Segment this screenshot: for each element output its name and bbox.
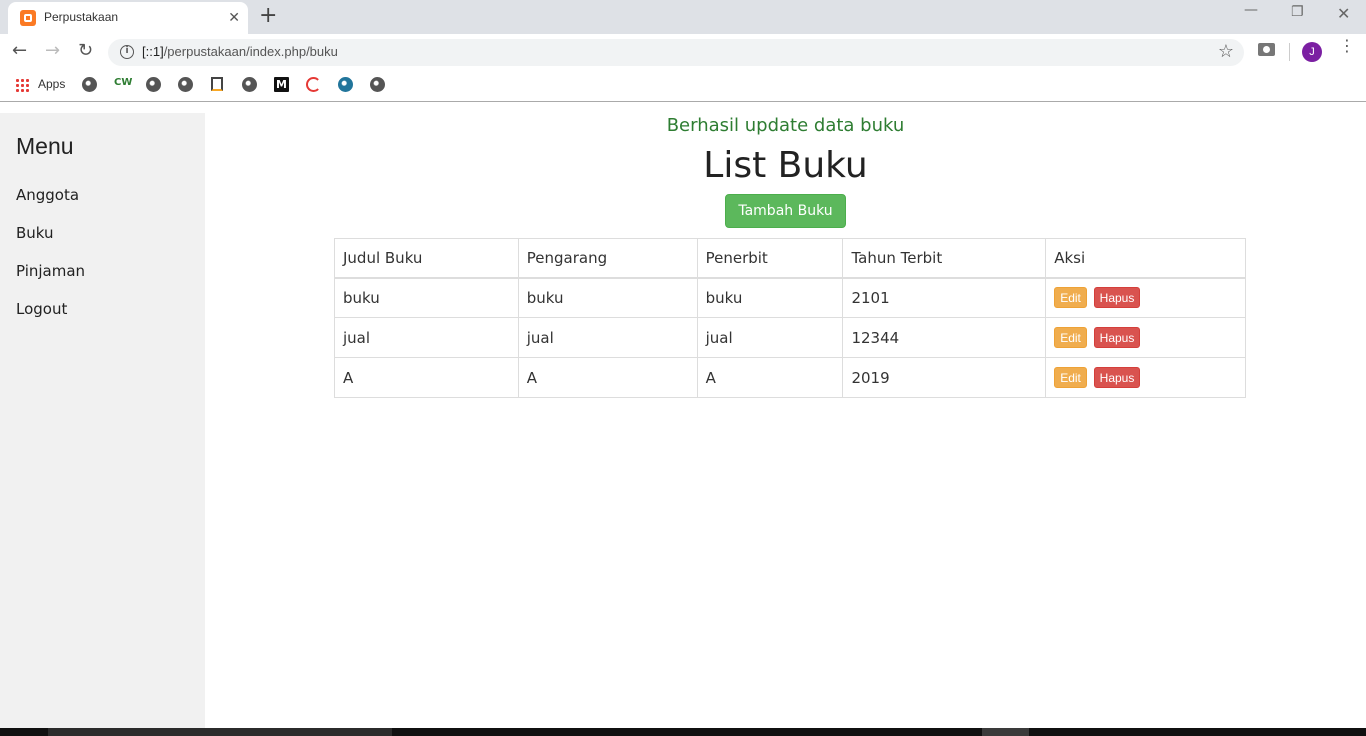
cell-tahun: 12344 — [842, 317, 1047, 358]
cell-tahun: 2101 — [842, 277, 1047, 318]
tab-title: Perpustakaan — [44, 10, 119, 24]
sidebar-item-logout[interactable]: Logout — [16, 300, 67, 318]
toolbar-divider — [1289, 43, 1290, 61]
profile-avatar[interactable]: J — [1302, 42, 1322, 62]
menu-title: Menu — [16, 133, 74, 159]
header-judul: Judul Buku — [334, 238, 519, 279]
cell-aksi: Edit Hapus — [1045, 317, 1246, 358]
table-header-row: Judul Buku Pengarang Penerbit Tahun Terb… — [334, 238, 1246, 279]
delete-button[interactable]: Hapus — [1093, 327, 1141, 348]
window-close-icon[interactable]: ✕ — [1337, 4, 1350, 23]
header-pengarang: Pengarang — [517, 238, 698, 279]
globe-icon[interactable] — [178, 77, 193, 92]
medium-icon[interactable]: M — [274, 77, 289, 92]
cell-pengarang: jual — [517, 317, 698, 358]
header-aksi: Aksi — [1045, 238, 1246, 279]
table-row: A A A 2019 Edit Hapus — [334, 357, 1246, 398]
reload-icon[interactable]: ↻ — [78, 41, 93, 61]
close-tab-icon[interactable]: ✕ — [228, 9, 240, 27]
url-text[interactable]: [::1]/perpustakaan/index.php/buku — [142, 44, 338, 59]
cell-penerbit: A — [696, 357, 844, 398]
cell-aksi: Edit Hapus — [1045, 357, 1246, 398]
os-taskbar — [0, 728, 1366, 736]
cell-pengarang: A — [517, 357, 698, 398]
bookmarks-bar: Apps CW M — [0, 70, 1366, 102]
doc-icon[interactable] — [211, 77, 223, 91]
address-bar[interactable]: i [::1]/perpustakaan/index.php/buku ☆ — [108, 39, 1244, 66]
header-penerbit: Penerbit — [696, 238, 844, 279]
table-row: buku buku buku 2101 Edit Hapus — [334, 277, 1246, 318]
books-table: Judul Buku Pengarang Penerbit Tahun Terb… — [334, 238, 1246, 398]
apps-label[interactable]: Apps — [38, 77, 65, 91]
url-host: [::1] — [142, 44, 164, 59]
wordpress-icon[interactable] — [338, 77, 353, 92]
camera-icon[interactable] — [1258, 43, 1275, 56]
info-icon[interactable]: i — [120, 45, 134, 59]
restore-icon[interactable]: ❐ — [1291, 4, 1304, 20]
globe-icon[interactable] — [146, 77, 161, 92]
delete-button[interactable]: Hapus — [1093, 287, 1141, 309]
back-arrow-icon[interactable]: ← — [12, 41, 27, 61]
globe-icon[interactable] — [370, 77, 385, 92]
page-title: List Buku — [703, 145, 868, 186]
minimize-icon[interactable]: — — [1244, 2, 1258, 18]
sidebar-item-anggota[interactable]: Anggota — [16, 186, 79, 204]
more-menu-icon[interactable]: ⋮ — [1339, 38, 1355, 54]
cell-pengarang: buku — [517, 277, 698, 318]
cell-tahun: 2019 — [842, 357, 1047, 398]
url-path: /perpustakaan/index.php/buku — [163, 44, 338, 59]
globe-icon[interactable] — [242, 77, 257, 92]
taskbar-app[interactable] — [982, 728, 1029, 736]
apps-grid-icon[interactable] — [15, 78, 29, 92]
swirl-icon[interactable] — [306, 77, 321, 92]
edit-button[interactable]: Edit — [1054, 367, 1087, 388]
new-tab-icon[interactable]: + — [259, 5, 277, 27]
taskbar-search[interactable] — [48, 728, 392, 736]
browser-toolbar: ← → ↻ i [::1]/perpustakaan/index.php/buk… — [0, 34, 1366, 70]
cell-aksi: Edit Hapus — [1045, 277, 1246, 318]
forward-arrow-icon[interactable]: → — [45, 41, 60, 61]
browser-tab[interactable]: Perpustakaan ✕ — [8, 2, 248, 34]
main-content: Berhasil update data buku List Buku Tamb… — [205, 103, 1366, 728]
table-row: jual jual jual 12344 Edit Hapus — [334, 317, 1246, 358]
bookmark-star-icon[interactable]: ☆ — [1218, 41, 1234, 62]
sidebar: Menu Anggota Buku Pinjaman Logout — [0, 113, 205, 728]
add-book-button[interactable]: Tambah Buku — [725, 194, 846, 228]
sidebar-item-pinjaman[interactable]: Pinjaman — [16, 262, 85, 280]
cell-judul: jual — [334, 317, 519, 358]
sidebar-item-buku[interactable]: Buku — [16, 224, 54, 242]
header-tahun: Tahun Terbit — [842, 238, 1047, 279]
edit-button[interactable]: Edit — [1054, 327, 1087, 348]
browser-tabstrip: Perpustakaan ✕ + — ❐ ✕ — [0, 0, 1366, 34]
cell-penerbit: buku — [696, 277, 844, 318]
xampp-favicon-icon — [20, 10, 36, 26]
delete-button[interactable]: Hapus — [1093, 367, 1141, 388]
cell-judul: A — [334, 357, 519, 398]
edit-button[interactable]: Edit — [1054, 287, 1087, 309]
cell-penerbit: jual — [696, 317, 844, 358]
cw-icon[interactable]: CW — [114, 77, 132, 92]
globe-icon[interactable] — [82, 77, 97, 92]
success-message: Berhasil update data buku — [666, 115, 905, 136]
cell-judul: buku — [334, 277, 519, 318]
